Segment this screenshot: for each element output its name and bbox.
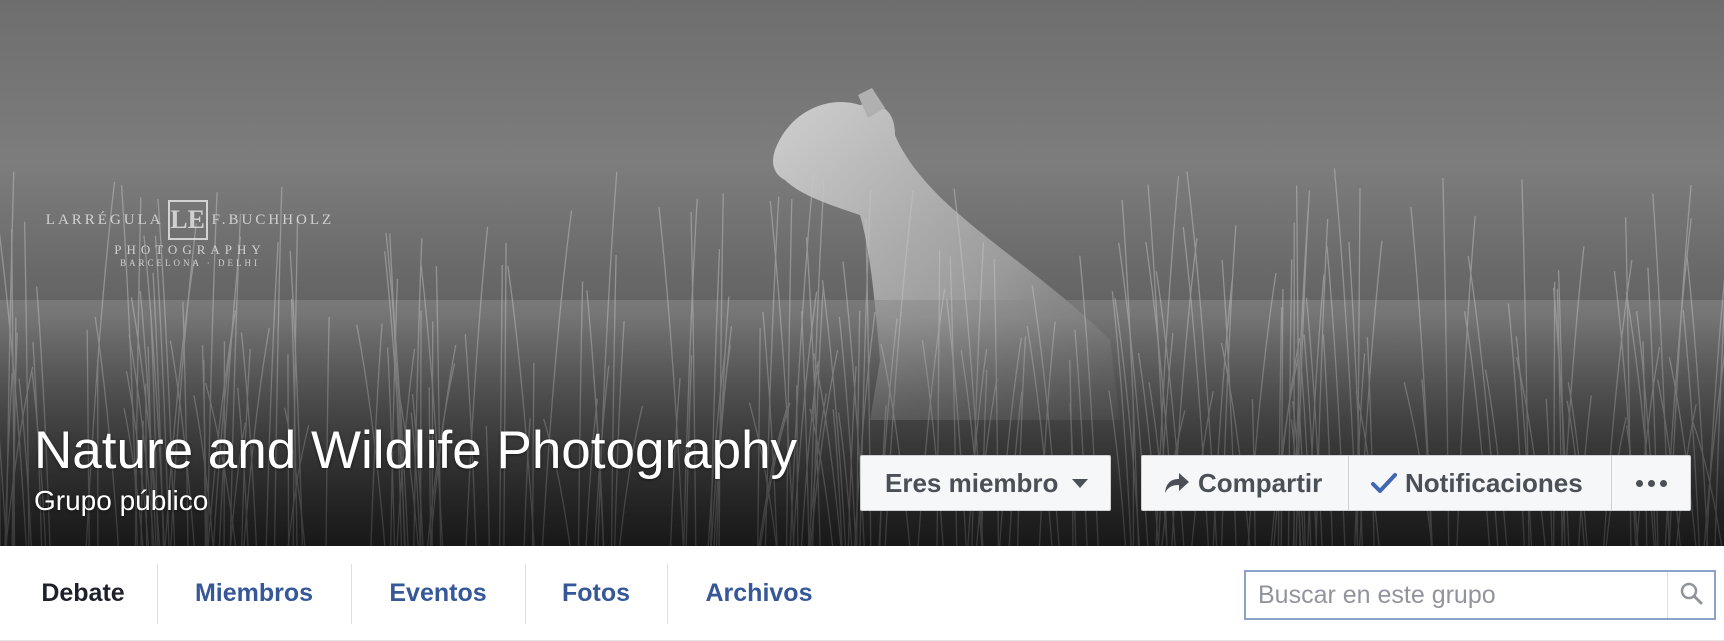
group-title[interactable]: Nature and Wildlife Photography (34, 420, 797, 481)
tab-eventos[interactable]: Eventos (352, 546, 524, 640)
caret-down-icon (1072, 478, 1089, 488)
member-label: Eres miembro (885, 467, 1059, 498)
watermark-logo: LE (167, 200, 208, 240)
photographer-watermark: LARRÉGULA LE F.BUCHHOLZ PHOTOGRAPHY BARC… (10, 200, 370, 268)
search-icon (1679, 581, 1703, 610)
watermark-left-name: LARRÉGULA (45, 211, 164, 228)
share-arrow-icon (1164, 471, 1190, 495)
check-icon (1371, 472, 1397, 494)
notifications-label: Notificaciones (1405, 467, 1583, 498)
watermark-sub: PHOTOGRAPHY (114, 242, 266, 257)
search-input[interactable] (1246, 572, 1667, 618)
search-button[interactable] (1667, 572, 1714, 618)
tab-archivos[interactable]: Archivos (668, 546, 850, 640)
group-search (1244, 570, 1716, 620)
share-button[interactable]: Compartir (1142, 456, 1348, 510)
member-button[interactable]: Eres miembro (860, 455, 1111, 511)
ellipsis-icon (1635, 479, 1667, 487)
cover-photo[interactable]: LARRÉGULA LE F.BUCHHOLZ PHOTOGRAPHY BARC… (0, 0, 1724, 546)
notifications-button[interactable]: Notificaciones (1348, 456, 1611, 510)
watermark-location: BARCELONA · DELHI (120, 258, 260, 268)
group-actions: Compartir Notificaciones (1141, 455, 1691, 511)
group-page: LARRÉGULA LE F.BUCHHOLZ PHOTOGRAPHY BARC… (0, 0, 1724, 641)
group-privacy: Grupo público (34, 485, 209, 516)
tab-debate[interactable]: Debate (10, 546, 156, 640)
share-label: Compartir (1198, 467, 1323, 498)
tab-fotos[interactable]: Fotos (526, 546, 666, 640)
watermark-right-name: F.BUCHHOLZ (211, 211, 335, 228)
more-options-button[interactable] (1611, 456, 1690, 510)
tab-miembros[interactable]: Miembros (158, 546, 350, 640)
